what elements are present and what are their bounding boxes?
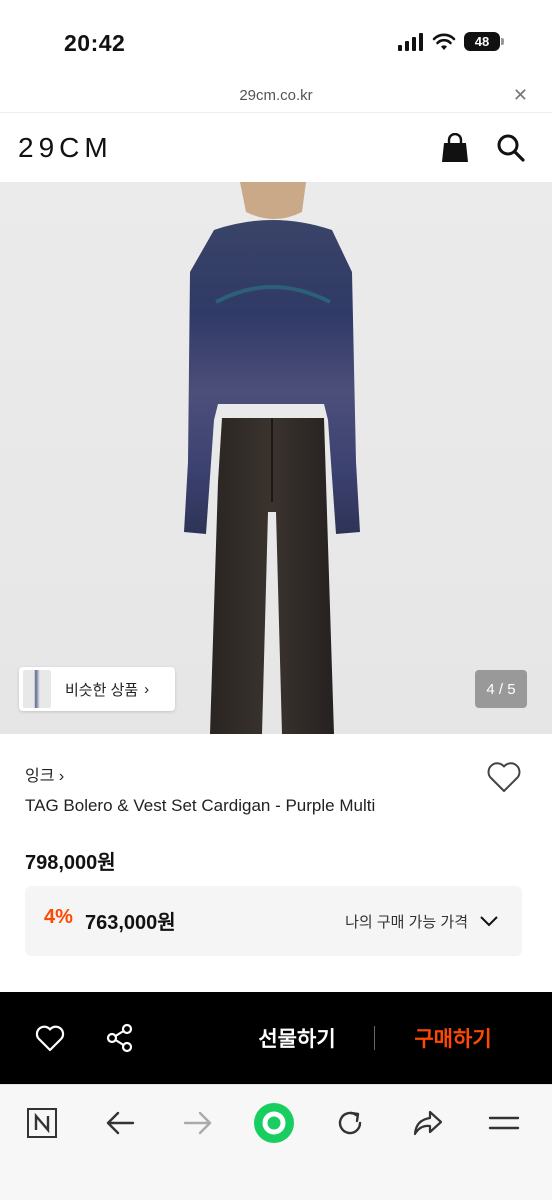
- share-icon[interactable]: [104, 1022, 136, 1054]
- green-home-icon[interactable]: [252, 1101, 296, 1145]
- action-divider: [374, 1026, 375, 1050]
- product-price: 798,000원: [25, 852, 116, 874]
- brand-link[interactable]: 잉크 ›: [25, 762, 64, 786]
- status-time: 20:42: [64, 30, 126, 56]
- similar-products-button[interactable]: 비슷한 상품 ›: [19, 667, 175, 711]
- similar-product-thumbnail: [23, 670, 51, 708]
- url-bar[interactable]: 29cm.co.kr ✕: [0, 84, 552, 112]
- my-price-dropdown[interactable]: 4% 763,000원 나의 구매 가능 가격: [25, 886, 522, 956]
- model-photo: [184, 182, 360, 734]
- sale-price: 763,000원: [85, 912, 176, 934]
- gift-button[interactable]: 선물하기: [232, 1019, 362, 1057]
- menu-icon[interactable]: [484, 1103, 524, 1143]
- site-logo[interactable]: 29CM: [18, 132, 113, 164]
- product-name: TAG Bolero & Vest Set Cardigan - Purple …: [25, 796, 376, 815]
- forward-arrow-icon[interactable]: [178, 1103, 218, 1143]
- my-price-label: 나의 구매 가능 가격: [345, 914, 468, 931]
- wishlist-heart-icon[interactable]: [34, 1022, 66, 1054]
- signal-icon: [398, 32, 423, 51]
- refresh-icon[interactable]: [330, 1103, 370, 1143]
- site-header: 29CM: [0, 112, 552, 182]
- close-icon[interactable]: ✕: [513, 85, 528, 106]
- heart-icon[interactable]: [486, 760, 522, 794]
- browser-toolbar: [0, 1084, 552, 1200]
- image-page-counter: 4 / 5: [475, 670, 527, 708]
- similar-products-label: 비슷한 상품: [65, 681, 139, 699]
- status-icons: 48: [398, 32, 504, 51]
- product-image[interactable]: 비슷한 상품 › 4 / 5: [0, 182, 552, 734]
- purchase-action-bar: 선물하기 구매하기: [0, 992, 552, 1084]
- status-bar: 20:42 48: [0, 0, 552, 84]
- share-arrow-icon[interactable]: [408, 1103, 448, 1143]
- naver-n-icon[interactable]: [22, 1103, 62, 1143]
- buy-button[interactable]: 구매하기: [388, 1019, 518, 1057]
- url-domain[interactable]: 29cm.co.kr: [0, 87, 552, 104]
- chevron-down-icon: [480, 916, 498, 927]
- back-arrow-icon[interactable]: [100, 1103, 140, 1143]
- search-icon[interactable]: [494, 131, 528, 165]
- shopping-bag-icon[interactable]: [438, 131, 472, 165]
- chevron-right-icon: ›: [144, 680, 150, 698]
- wifi-icon: [432, 33, 456, 50]
- discount-rate: 4%: [44, 906, 73, 928]
- battery-icon: 48: [464, 32, 504, 51]
